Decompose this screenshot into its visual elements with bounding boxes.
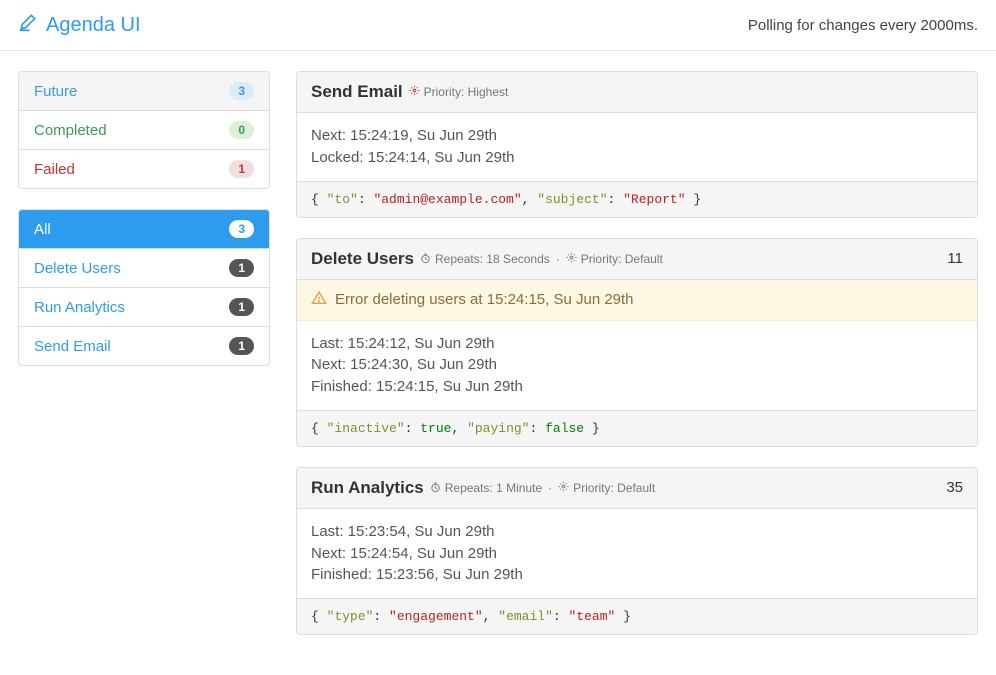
filter-all-jobs[interactable]: All 3 — [19, 210, 269, 249]
job-card: Send Email Priority: Highest Next: 15:24:1… — [296, 71, 978, 218]
brand-text: Agenda UI — [46, 14, 141, 37]
job-priority: Priority: Default — [581, 252, 663, 266]
job-title: Send Email — [311, 82, 403, 102]
filter-label: All — [34, 221, 51, 238]
job-meta: Repeats: 1 Minute·Priority: Default — [430, 481, 655, 495]
filter-label: Completed — [34, 122, 107, 139]
job-time-line: Next: 15:24:54, Su Jun 29th — [311, 543, 963, 565]
gear-icon — [409, 85, 420, 99]
filter-count-badge: 1 — [229, 298, 254, 316]
job-run-count: 35 — [946, 479, 963, 496]
job-meta: Priority: Highest — [409, 85, 509, 99]
sidebar: Future 3 Completed 0 Failed 1 All 3 Delete User… — [18, 71, 270, 386]
job-title: Run Analytics — [311, 478, 424, 498]
job-card: Delete Users Repeats: 18 Seconds·Priority… — [296, 238, 978, 447]
job-time-line: Last: 15:24:12, Su Jun 29th — [311, 333, 963, 355]
job-filter-group: All3Delete Users1Run Analytics1Send Emai… — [18, 209, 270, 366]
filter-future[interactable]: Future 3 — [19, 72, 269, 111]
filter-count-badge: 3 — [229, 220, 254, 238]
filter-label: Run Analytics — [34, 299, 125, 316]
filter-label: Delete Users — [34, 260, 121, 277]
filter-count-badge: 1 — [229, 337, 254, 355]
job-meta: Repeats: 18 Seconds·Priority: Default — [420, 252, 663, 266]
status-filter-group: Future 3 Completed 0 Failed 1 — [18, 71, 270, 189]
job-time-line: Last: 15:23:54, Su Jun 29th — [311, 521, 963, 543]
job-card: Run Analytics Repeats: 1 Minute·Priority:… — [296, 467, 978, 635]
filter-count-badge: 0 — [229, 121, 254, 139]
job-time-line: Locked: 15:24:14, Su Jun 29th — [311, 147, 963, 169]
filter-label: Failed — [34, 161, 75, 178]
filter-count-badge: 3 — [229, 82, 254, 100]
job-json: { "type": "engagement", "email": "team" … — [297, 598, 977, 634]
job-times: Last: 15:24:12, Su Jun 29thNext: 15:24:3… — [297, 321, 977, 410]
filter-job[interactable]: Delete Users 1 — [19, 249, 269, 288]
job-title: Delete Users — [311, 249, 414, 269]
job-time-line: Next: 15:24:30, Su Jun 29th — [311, 354, 963, 376]
job-error-text: Error deleting users at 15:24:15, Su Jun… — [335, 291, 634, 308]
pencil-square-icon — [18, 12, 38, 38]
warning-icon — [311, 290, 327, 310]
brand[interactable]: Agenda UI — [18, 12, 141, 38]
filter-job[interactable]: Send Email 1 — [19, 327, 269, 365]
job-json: { "inactive": true, "paying": false } — [297, 410, 977, 446]
job-time-line: Finished: 15:23:56, Su Jun 29th — [311, 564, 963, 586]
filter-label: Future — [34, 83, 77, 100]
filter-job[interactable]: Run Analytics 1 — [19, 288, 269, 327]
filter-count-badge: 1 — [229, 259, 254, 277]
job-header[interactable]: Run Analytics Repeats: 1 Minute·Priority:… — [297, 468, 977, 509]
job-repeats: Repeats: 1 Minute — [445, 481, 542, 495]
job-json: { "to": "admin@example.com", "subject": … — [297, 181, 977, 217]
stopwatch-icon — [420, 253, 431, 264]
filter-count-badge: 1 — [229, 160, 254, 178]
gear-icon — [566, 252, 577, 266]
navbar: Agenda UI Polling for changes every 2000… — [0, 0, 996, 51]
gear-icon — [558, 481, 569, 495]
job-priority: Priority: Default — [573, 481, 655, 495]
filter-completed[interactable]: Completed 0 — [19, 111, 269, 150]
job-times: Next: 15:24:19, Su Jun 29thLocked: 15:24… — [297, 113, 977, 181]
job-error-alert: Error deleting users at 15:24:15, Su Jun… — [297, 280, 977, 321]
job-repeats: Repeats: 18 Seconds — [435, 252, 550, 266]
filter-failed[interactable]: Failed 1 — [19, 150, 269, 188]
job-time-line: Next: 15:24:19, Su Jun 29th — [311, 125, 963, 147]
job-times: Last: 15:23:54, Su Jun 29thNext: 15:24:5… — [297, 509, 977, 598]
stopwatch-icon — [430, 482, 441, 493]
polling-status: Polling for changes every 2000ms. — [748, 17, 978, 34]
job-time-line: Finished: 15:24:15, Su Jun 29th — [311, 376, 963, 398]
job-header[interactable]: Send Email Priority: Highest — [297, 72, 977, 113]
filter-label: Send Email — [34, 338, 111, 355]
job-list: Send Email Priority: Highest Next: 15:24:1… — [296, 71, 978, 655]
job-priority: Priority: Highest — [424, 85, 509, 99]
job-run-count: 11 — [947, 250, 963, 267]
job-header[interactable]: Delete Users Repeats: 18 Seconds·Priority… — [297, 239, 977, 280]
